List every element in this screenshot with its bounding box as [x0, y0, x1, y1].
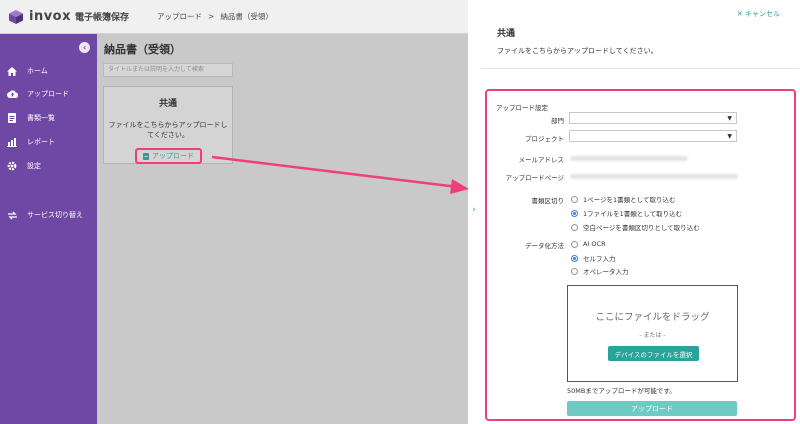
main-content: 納品書（受領） タイトルまたは説明を入力して検索 共通 ファイルをこちらからアッ…: [97, 34, 468, 424]
file-icon: [143, 152, 149, 160]
email-label: メールアドレス: [518, 156, 565, 164]
sidebar-item-label: 設定: [27, 162, 41, 170]
radio-button-selected[interactable]: [571, 254, 578, 262]
card-description: ファイルをこちらからアップロードしてください。: [108, 121, 228, 139]
logo-cube-icon: [9, 9, 23, 24]
cancel-button[interactable]: ✕ キャンセル: [737, 9, 780, 19]
select-file-button[interactable]: デバイスのファイルを選択: [608, 346, 699, 361]
switch-icon: [6, 210, 18, 220]
dropzone-or: - または -: [639, 332, 666, 339]
option-label: 1ページを1書類として取り込む: [583, 196, 676, 204]
home-icon: [6, 66, 18, 76]
card-title: 共通: [158, 99, 177, 109]
breadcrumb: アップロード > 納品書（受領）: [157, 11, 273, 22]
radio-button[interactable]: [571, 195, 578, 203]
caret-down-icon: ▼: [727, 115, 732, 122]
file-dropzone[interactable]: ここにファイルをドラッグ - または - デバイスのファイルを選択: [567, 285, 738, 382]
sidebar-item-label: アップロード: [27, 90, 69, 98]
caret-down-icon: ▼: [727, 133, 732, 140]
size-limit-note: 50MBまでアップロードが可能です。: [567, 387, 676, 395]
email-value-blurred: [570, 156, 688, 161]
option-label: セルフ入力: [583, 255, 616, 263]
cloud-upload-icon: [6, 89, 18, 99]
method-label: データ化方法: [525, 242, 564, 250]
sidebar-item-report[interactable]: レポート: [6, 137, 55, 147]
split-option-page[interactable]: 1ページを1書類として取り込む: [571, 194, 675, 204]
card-upload-label: アップロード: [152, 152, 194, 160]
top-bar: invox 電子帳簿保存 アップロード > 納品書（受領）: [0, 0, 468, 34]
method-option-self[interactable]: セルフ入力: [571, 253, 616, 263]
search-input[interactable]: タイトルまたは説明を入力して検索: [103, 63, 233, 77]
dropzone-title: ここにファイルをドラッグ: [595, 312, 710, 323]
radio-button[interactable]: [571, 223, 578, 231]
logo[interactable]: invox 電子帳簿保存: [8, 9, 129, 25]
close-icon: ✕: [736, 10, 743, 18]
breadcrumb-item-current: 納品書（受領）: [220, 12, 273, 21]
panel-divider: [481, 68, 799, 69]
sidebar-item-label: ホーム: [27, 67, 48, 75]
logo-text: invox: [29, 9, 72, 24]
sidebar-item-settings[interactable]: 設定: [6, 161, 41, 171]
option-label: 空白ページを書類区切りとして取り込む: [583, 224, 700, 232]
upload-page-url-blurred: [570, 174, 738, 179]
split-option-blank[interactable]: 空白ページを書類区切りとして取り込む: [571, 222, 700, 232]
option-label: 1ファイルを1書類として取り込む: [583, 210, 683, 218]
option-label: オペレータ入力: [583, 268, 629, 276]
radio-button-selected[interactable]: [571, 209, 578, 217]
chevron-right-icon[interactable]: ›: [468, 205, 480, 221]
gear-icon: [6, 161, 18, 171]
chevron-left-icon[interactable]: ‹: [79, 42, 90, 53]
panel-description: ファイルをこちらからアップロードしてください。: [497, 47, 658, 55]
upload-submit-button[interactable]: アップロード: [567, 401, 737, 416]
project-select[interactable]: ▼: [569, 130, 737, 142]
department-select[interactable]: ▼: [569, 112, 737, 124]
split-option-file[interactable]: 1ファイルを1書類として取り込む: [571, 208, 682, 218]
document-icon: [6, 113, 18, 123]
sidebar-item-label: レポート: [27, 138, 55, 146]
option-label: AI OCR: [583, 240, 606, 248]
panel-title: 共通: [497, 29, 516, 39]
breadcrumb-separator: >: [208, 12, 215, 21]
page-title: 納品書（受領）: [104, 43, 181, 56]
logo-subtitle: 電子帳簿保存: [75, 13, 130, 23]
method-option-ai-ocr[interactable]: AI OCR: [571, 240, 606, 248]
sidebar-item-label: 書類一覧: [27, 114, 55, 122]
split-label: 書類区切り: [531, 197, 565, 205]
card-upload-button[interactable]: アップロード: [135, 148, 202, 164]
sidebar-item-label: サービス切り替え: [27, 211, 83, 219]
upload-page-label: アップロードページ: [505, 174, 564, 182]
sidebar-item-switch-service[interactable]: サービス切り替え: [6, 210, 83, 220]
sidebar-item-documents[interactable]: 書類一覧: [6, 113, 55, 123]
sidebar-item-home[interactable]: ホーム: [6, 66, 48, 76]
cancel-label: キャンセル: [745, 10, 780, 18]
radio-button[interactable]: [571, 240, 578, 248]
chart-icon: [6, 137, 18, 147]
method-option-operator[interactable]: オペレータ入力: [571, 266, 629, 276]
project-label: プロジェクト: [525, 135, 564, 143]
department-label: 部門: [551, 117, 564, 125]
radio-button[interactable]: [571, 267, 578, 275]
sidebar: ‹ ホーム アップロード 書類一覧 レポート 設定 サービス切り替え: [0, 34, 97, 424]
breadcrumb-item-upload[interactable]: アップロード: [157, 11, 202, 22]
section-label: アップロード設定: [496, 104, 548, 112]
sidebar-item-upload[interactable]: アップロード: [6, 89, 69, 99]
